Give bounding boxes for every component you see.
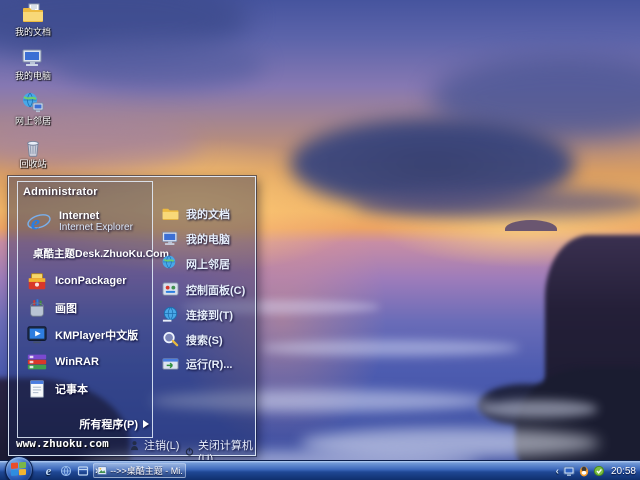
start-menu-item-control-panel[interactable]: 控制面板(C) — [161, 277, 253, 302]
menu-item-sublabel: Internet Explorer — [59, 222, 133, 233]
my-computer-icon — [22, 49, 42, 66]
menu-item-label: 网上邻居 — [186, 258, 230, 271]
menu-item-label: 桌酷主题Desk.ZhuoKu.Com — [33, 248, 169, 260]
desktop-icon-label: 我的文档 — [14, 27, 51, 37]
shutdown-icon — [185, 447, 194, 456]
taskbar-task-button[interactable]: -->>桌酷主题 - Mi... — [93, 463, 186, 478]
task-button-label: -->>桌酷主题 - Mi... — [110, 466, 182, 476]
menu-item-label: 连接到(T) — [186, 309, 234, 322]
quick-launch-ie-icon[interactable]: e — [42, 463, 55, 478]
network-places-icon — [162, 255, 176, 269]
start-menu-item-zhuoku-theme[interactable]: 桌酷主题Desk.ZhuoKu.Com — [22, 240, 169, 267]
iconpackager-icon — [28, 272, 46, 289]
start-menu-footer: www.zhuoku.com 注销(L) 关闭计算机(U) — [9, 436, 255, 465]
menu-item-label: 运行(R)... — [186, 358, 233, 371]
menu-item-label: 画图 — [55, 302, 77, 315]
start-menu-item-connect-to[interactable]: 连接到(T) — [161, 302, 253, 327]
wave-foam — [478, 400, 598, 418]
kmplayer-icon — [27, 325, 47, 343]
tray-collapse-icon[interactable]: ‹ — [555, 466, 560, 477]
quick-launch-show-desktop-icon[interactable] — [76, 465, 89, 478]
desktop-icon-label: 网上邻居 — [14, 116, 51, 126]
menu-item-label: 控制面板(C) — [186, 284, 246, 297]
quick-launch: e › — [42, 461, 101, 480]
start-menu-item-paint[interactable]: 画图 — [22, 294, 150, 321]
all-programs-button[interactable]: 所有程序(P) — [79, 416, 149, 432]
desktop-icon-my-documents[interactable]: 我的文档 — [2, 2, 64, 38]
logoff-button[interactable]: 注销(L) — [129, 437, 179, 453]
system-tray: ‹ 20:58 — [555, 461, 638, 480]
start-menu-item-internet[interactable]: e Internet Internet Explorer — [22, 206, 150, 238]
recycle-bin-icon — [27, 140, 39, 157]
start-menu-programs-panel: Administrator e Internet Internet Explor… — [17, 181, 169, 438]
my-computer-icon — [162, 231, 178, 245]
cloud — [55, 38, 265, 90]
start-menu-item-notepad[interactable]: 记事本 — [22, 375, 150, 402]
my-documents-icon — [23, 3, 43, 22]
tray-antivirus-icon[interactable] — [593, 465, 605, 477]
task-window-icon — [97, 466, 107, 475]
search-icon — [163, 331, 179, 347]
start-menu-item-run[interactable]: 运行(R)... — [161, 351, 253, 376]
windows-logo-icon — [11, 462, 26, 476]
start-button[interactable] — [5, 456, 33, 480]
start-menu-item-my-documents[interactable]: 我的文档 — [161, 201, 253, 226]
menu-item-label: IconPackager — [55, 274, 127, 287]
menu-item-label: 我的文档 — [186, 208, 230, 221]
island-silhouette — [505, 220, 557, 231]
desktop-screen: 我的文档 我的电脑 网上邻居 回收站 Administrator e Inter… — [0, 0, 640, 480]
connect-to-icon — [162, 306, 178, 322]
paint-icon — [30, 298, 44, 317]
logoff-icon — [130, 440, 139, 450]
quick-launch-browser-icon[interactable] — [59, 465, 72, 478]
logoff-label: 注销(L) — [144, 440, 180, 452]
start-menu-username: Administrator — [23, 186, 98, 198]
start-menu-item-network-places[interactable]: 网上邻居 — [161, 251, 253, 276]
menu-item-label: WinRAR — [55, 355, 99, 368]
taskbar: e › -->>桌酷主题 - Mi... ‹ 20:58 — [0, 456, 640, 480]
zhuoku-link[interactable]: www.zhuoku.com — [16, 437, 109, 450]
start-menu-item-kmplayer[interactable]: KMPlayer中文版 — [22, 321, 150, 348]
notepad-icon — [30, 379, 44, 398]
start-menu-item-search[interactable]: 搜索(S) — [161, 327, 253, 352]
start-menu-item-winrar[interactable]: WinRAR — [22, 348, 150, 375]
menu-item-label: KMPlayer中文版 — [55, 329, 139, 342]
all-programs-label: 所有程序(P) — [79, 419, 138, 431]
menu-item-label: 我的电脑 — [186, 233, 230, 246]
menu-item-label: 记事本 — [55, 383, 88, 396]
menu-item-label: Internet — [59, 210, 100, 222]
start-menu-item-my-computer[interactable]: 我的电脑 — [161, 226, 253, 251]
control-panel-icon — [162, 282, 179, 296]
desktop-icon-label: 回收站 — [19, 159, 47, 169]
start-menu-item-iconpackager[interactable]: IconPackager — [22, 267, 150, 294]
network-places-icon — [23, 92, 44, 113]
menu-item-label: 搜索(S) — [186, 334, 223, 347]
run-icon — [162, 358, 179, 370]
desktop-icon-my-computer[interactable]: 我的电脑 — [2, 46, 64, 82]
my-documents-icon — [162, 208, 179, 220]
taskbar-clock[interactable]: 20:58 — [611, 466, 636, 477]
wave-foam — [260, 340, 520, 356]
internet-explorer-icon: e — [27, 213, 51, 235]
tray-display-icon[interactable] — [563, 465, 575, 477]
desktop-icon-recycle-bin[interactable]: 回收站 — [2, 136, 64, 170]
start-menu: Administrator e Internet Internet Explor… — [8, 176, 256, 465]
winrar-icon — [27, 354, 47, 369]
right-arrow-icon — [143, 420, 149, 428]
desktop-icon-label: 我的电脑 — [14, 71, 51, 81]
svg-text:e: e — [31, 213, 40, 235]
tray-messenger-icon[interactable] — [578, 465, 590, 477]
cloud — [355, 188, 640, 218]
desktop-icon-network-places[interactable]: 网上邻居 — [2, 91, 64, 127]
